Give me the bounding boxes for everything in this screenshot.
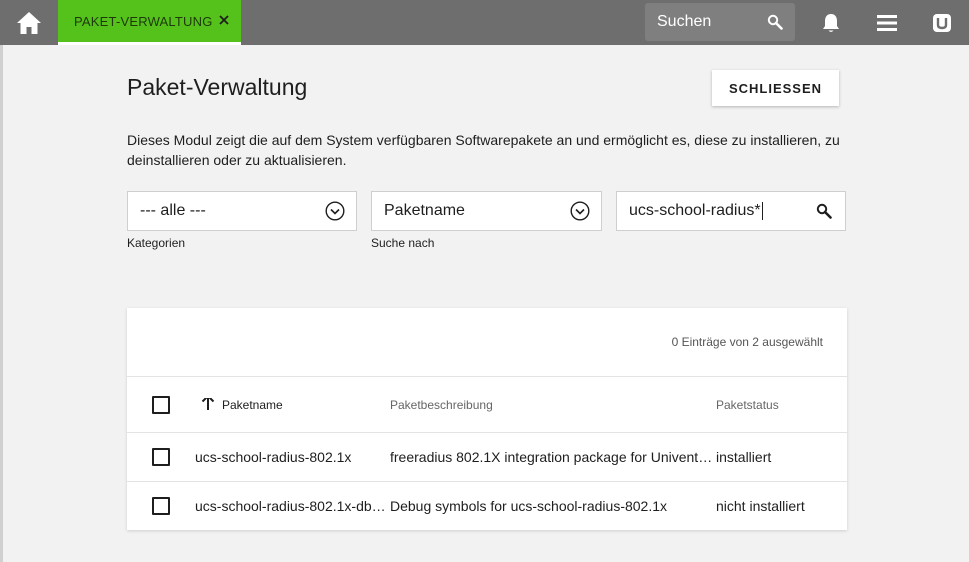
- pattern-search-value: ucs-school-radius*: [629, 202, 761, 219]
- chevron-down-icon: [325, 201, 345, 221]
- menu-button[interactable]: [867, 0, 907, 45]
- home-icon: [17, 11, 41, 34]
- table-row[interactable]: ucs-school-radius-802.1x freeradius 802.…: [127, 432, 847, 481]
- arrow-up-icon: [201, 398, 215, 410]
- top-bar: PAKET-VERWALTUNG Suchen: [0, 0, 969, 45]
- search-by-select[interactable]: Paketname: [371, 191, 602, 231]
- tab-paket-verwaltung[interactable]: PAKET-VERWALTUNG: [58, 0, 241, 45]
- column-header-description[interactable]: Paketbeschreibung: [390, 398, 713, 412]
- notifications-button[interactable]: [811, 0, 851, 45]
- univention-logo-icon: [933, 13, 951, 32]
- home-button[interactable]: [0, 0, 58, 45]
- search-by-label: Suche nach: [371, 236, 435, 250]
- package-description: freeradius 802.1X integration package fo…: [390, 449, 713, 465]
- chevron-down-icon: [570, 201, 590, 221]
- tab-label: PAKET-VERWALTUNG: [74, 13, 213, 29]
- close-icon[interactable]: [217, 13, 231, 27]
- grid-header-row: Paketname Paketbeschreibung Paketstatus: [127, 376, 847, 432]
- univention-logo[interactable]: [922, 0, 962, 45]
- page-title: Paket-Verwaltung: [127, 74, 308, 100]
- column-header-status[interactable]: Paketstatus: [716, 398, 836, 412]
- package-status: nicht installiert: [716, 498, 805, 514]
- search-icon[interactable]: [767, 14, 783, 30]
- column-header-name[interactable]: Paketname: [201, 398, 395, 412]
- module-description: Dieses Modul zeigt die auf dem System ve…: [127, 132, 840, 168]
- category-label: Kategorien: [127, 236, 186, 250]
- column-header-name-label: Paketname: [222, 398, 283, 412]
- search-by-select-value: Paketname: [384, 202, 465, 219]
- table-row[interactable]: ucs-school-radius-802.1x-dbgsym Debug sy…: [127, 481, 847, 530]
- left-edge-strip: [0, 45, 3, 562]
- hamburger-menu-icon: [877, 14, 897, 31]
- package-name: ucs-school-radius-802.1x-dbgsym: [195, 498, 389, 514]
- global-search-placeholder: Suchen: [657, 13, 712, 30]
- close-module-button[interactable]: SCHLIESSEN: [712, 70, 839, 106]
- pattern-search-input[interactable]: ucs-school-radius*: [616, 191, 846, 231]
- global-search[interactable]: Suchen: [645, 3, 795, 41]
- package-description: Debug symbols for ucs-school-radius-802.…: [390, 498, 668, 514]
- bell-icon: [823, 13, 839, 32]
- selection-status: 0 Einträge von 2 ausgewählt: [671, 335, 823, 349]
- category-select[interactable]: --- alle ---: [127, 191, 357, 231]
- package-status: installiert: [716, 449, 772, 465]
- category-select-value: --- alle ---: [140, 202, 206, 219]
- search-icon[interactable]: [816, 203, 832, 219]
- row-checkbox[interactable]: [152, 497, 170, 515]
- text-caret: [761, 202, 763, 220]
- package-grid: 0 Einträge von 2 ausgewählt Paketname Pa…: [127, 308, 847, 530]
- package-name: ucs-school-radius-802.1x: [195, 449, 352, 465]
- select-all-checkbox[interactable]: [152, 396, 170, 414]
- row-checkbox[interactable]: [152, 448, 170, 466]
